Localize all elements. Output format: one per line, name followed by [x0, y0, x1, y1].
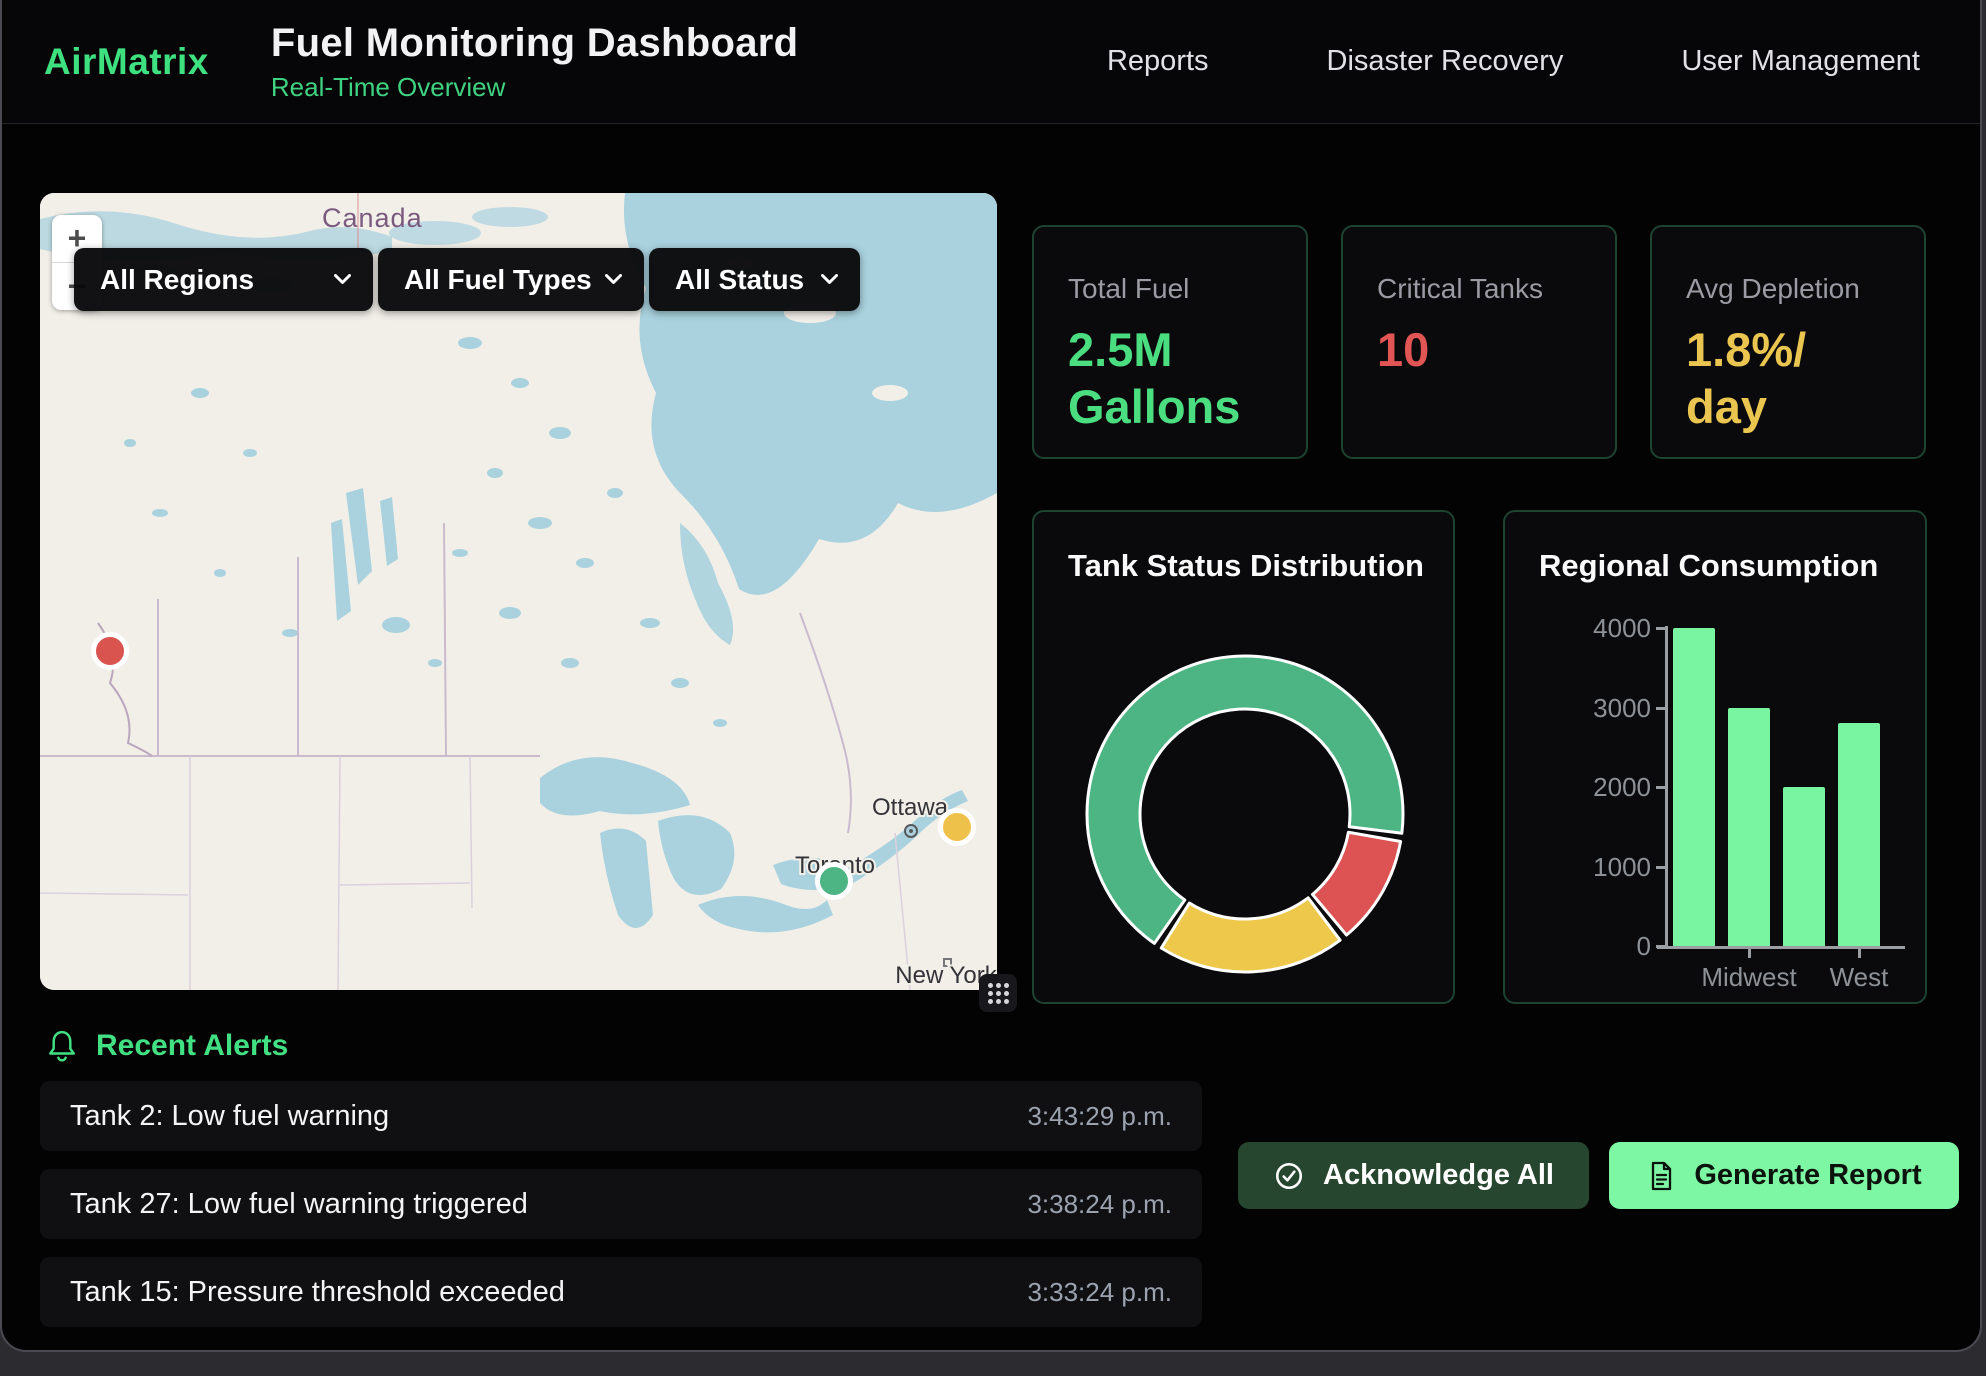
y-tick-label: 2000 — [1531, 772, 1651, 803]
bar-3 — [1783, 787, 1825, 946]
acknowledge-all-button[interactable]: Acknowledge All — [1238, 1142, 1589, 1209]
generate-report-button[interactable]: Generate Report — [1609, 1142, 1959, 1209]
bar-chart-title: Regional Consumption — [1539, 548, 1878, 584]
y-tick-label: 3000 — [1531, 693, 1651, 724]
y-tick-label: 0 — [1531, 931, 1651, 962]
regional-consumption-card: Regional Consumption 01000200030004000Mi… — [1503, 510, 1927, 1004]
map-marker-normal[interactable] — [818, 865, 851, 898]
y-tick — [1656, 866, 1665, 869]
generate-report-label: Generate Report — [1694, 1159, 1921, 1192]
map-drag-handle-icon[interactable] — [979, 974, 1017, 1012]
alert-row-2[interactable]: Tank 27: Low fuel warning triggered 3:38:… — [40, 1169, 1202, 1239]
filter-label: All Regions — [74, 264, 254, 296]
nav-user-management[interactable]: User Management — [1681, 45, 1920, 78]
filter-all-status[interactable]: All Status — [649, 248, 860, 311]
alert-row-1[interactable]: Tank 2: Low fuel warning 3:43:29 p.m. — [40, 1081, 1202, 1151]
filter-all-fuel-types[interactable]: All Fuel Types — [378, 248, 644, 311]
stats-row: Total Fuel 2.5M Gallons Critical Tanks 10 Av… — [1032, 225, 1926, 459]
alert-time: 3:38:24 p.m. — [1027, 1189, 1172, 1220]
alert-text: Tank 2: Low fuel warning — [70, 1100, 389, 1133]
app-logo: AirMatrix — [44, 41, 209, 83]
filter-label: All Status — [649, 264, 804, 296]
bar-1 — [1673, 628, 1715, 946]
nav-disaster-recovery[interactable]: Disaster Recovery — [1327, 45, 1564, 78]
alerts-list: Tank 2: Low fuel warning3:43:29 p.m.Tank… — [40, 1081, 1202, 1327]
bar-4 — [1838, 723, 1880, 946]
page-subtitle: Real-Time Overview — [271, 72, 798, 103]
tank-status-card: Tank Status Distribution — [1032, 510, 1455, 1004]
check-circle-icon — [1273, 1160, 1305, 1192]
alert-text: Tank 15: Pressure threshold exceeded — [70, 1276, 565, 1309]
app-header: AirMatrix Fuel Monitoring Dashboard Real… — [2, 0, 1980, 124]
donut-segment-warning — [1161, 898, 1340, 972]
y-tick — [1656, 945, 1665, 948]
y-tick — [1656, 707, 1665, 710]
nav-reports[interactable]: Reports — [1107, 45, 1209, 78]
chevron-down-icon — [334, 274, 351, 285]
map-label-ottawa: Ottawa — [872, 794, 949, 821]
main-nav: Reports Disaster Recovery User Management — [1107, 45, 1938, 78]
filter-all-regions[interactable]: All Regions — [74, 248, 373, 311]
y-tick — [1656, 786, 1665, 789]
stat-card-avg-depletion: Avg Depletion 1.8%/day — [1650, 225, 1926, 459]
alerts-title: Recent Alerts — [96, 1029, 288, 1063]
map-marker-warning[interactable] — [941, 811, 974, 844]
alert-row-3[interactable]: Tank 15: Pressure threshold exceeded 3:33… — [40, 1257, 1202, 1327]
stat-label: Total Fuel — [1068, 273, 1272, 305]
y-tick-label: 4000 — [1531, 613, 1651, 644]
y-tick-label: 1000 — [1531, 852, 1651, 883]
stat-value: 1.8%/day — [1686, 321, 1816, 436]
stat-value: 10 — [1377, 321, 1581, 378]
dashboard-window: AirMatrix Fuel Monitoring Dashboard Real… — [0, 0, 1982, 1352]
bar-chart-y-axis — [1665, 626, 1668, 948]
tank-status-donut-chart — [1034, 512, 1457, 1002]
map-panel[interactable]: Canada OttawaTorontoNew York + − All Reg… — [40, 193, 997, 990]
filter-label: All Fuel Types — [378, 264, 592, 296]
alerts-header: Recent Alerts — [46, 1028, 288, 1064]
stat-card-critical-tanks: Critical Tanks 10 — [1341, 225, 1617, 459]
stat-label: Critical Tanks — [1377, 273, 1581, 305]
x-tick — [1748, 949, 1751, 958]
map-canvas[interactable]: Canada OttawaTorontoNew York — [40, 193, 997, 990]
bell-icon — [46, 1028, 78, 1064]
chevron-down-icon — [605, 274, 622, 285]
alert-time: 3:43:29 p.m. — [1027, 1101, 1172, 1132]
x-tick-label-west: West — [1779, 962, 1939, 993]
alert-time: 3:33:24 p.m. — [1027, 1277, 1172, 1308]
title-block: Fuel Monitoring Dashboard Real-Time Over… — [271, 21, 798, 103]
donut-chart-title: Tank Status Distribution — [1068, 548, 1424, 584]
alert-text: Tank 27: Low fuel warning triggered — [70, 1188, 528, 1221]
bar-2 — [1728, 708, 1770, 947]
acknowledge-all-label: Acknowledge All — [1323, 1159, 1554, 1192]
bar-chart-x-axis — [1657, 946, 1905, 949]
map-marker-critical[interactable] — [94, 635, 127, 668]
y-tick — [1656, 627, 1665, 630]
map-country-label: Canada — [322, 203, 423, 233]
report-file-icon — [1646, 1160, 1676, 1192]
stat-card-total-fuel: Total Fuel 2.5M Gallons — [1032, 225, 1308, 459]
stat-value: 2.5M Gallons — [1068, 321, 1273, 436]
stat-label: Avg Depletion — [1686, 273, 1890, 305]
x-tick — [1858, 949, 1861, 958]
page-title: Fuel Monitoring Dashboard — [271, 21, 798, 66]
chevron-down-icon — [821, 274, 838, 285]
